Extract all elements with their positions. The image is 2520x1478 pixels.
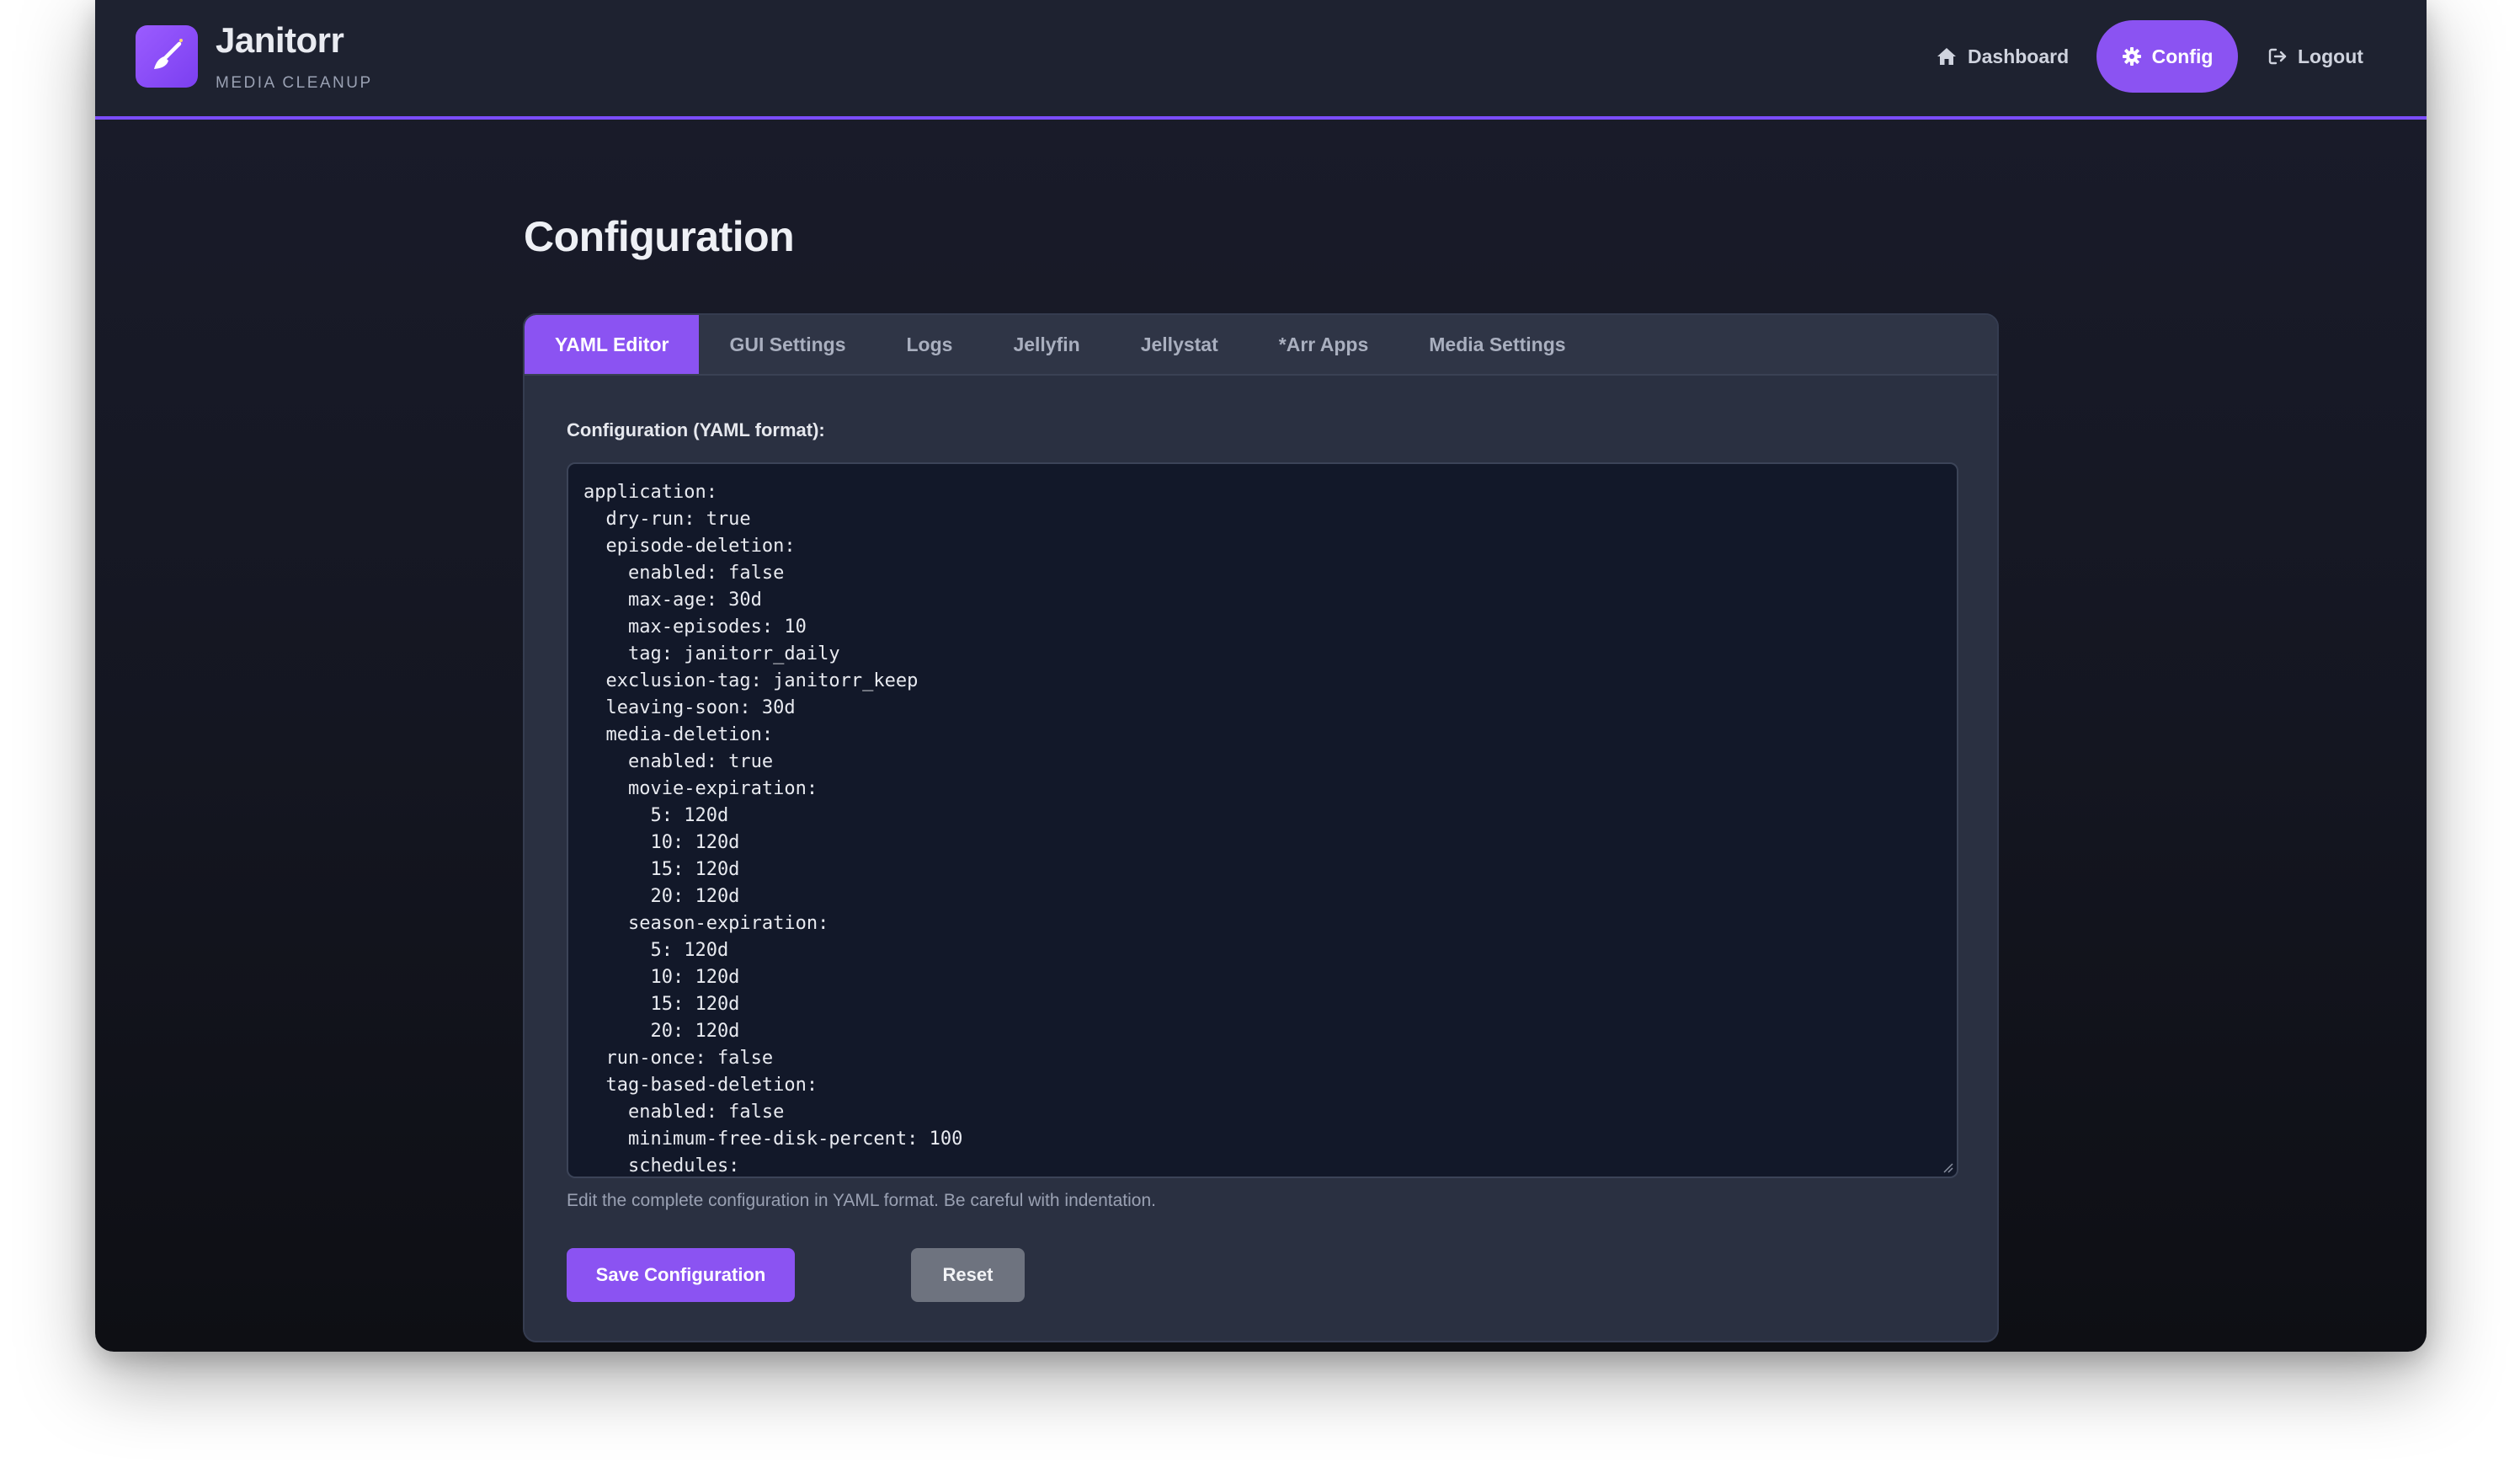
nav-dashboard-label: Dashboard (1968, 45, 2070, 67)
tab-jellyfin[interactable]: Jellyfin (983, 315, 1110, 374)
nav-dashboard[interactable]: Dashboard (1936, 20, 2069, 93)
tab-gui-settings[interactable]: GUI Settings (699, 315, 876, 374)
broom-icon (154, 39, 183, 69)
tab-bar: YAML Editor GUI Settings Logs Jellyfin J… (525, 315, 1997, 376)
yaml-help-text: Edit the complete configuration in YAML … (567, 1191, 1156, 1210)
app-logo[interactable] (136, 25, 198, 88)
logout-icon (2268, 48, 2287, 65)
tab-media-settings[interactable]: Media Settings (1399, 315, 1596, 374)
config-card: YAML Editor GUI Settings Logs Jellyfin J… (523, 313, 1999, 1342)
yaml-textarea[interactable]: application: dry-run: true episode-delet… (567, 462, 1958, 1178)
resize-handle-icon[interactable] (1942, 1161, 1953, 1173)
reset-button[interactable]: Reset (911, 1248, 1025, 1302)
home-icon (1937, 48, 1956, 65)
yaml-field-label: Configuration (YAML format): (567, 419, 825, 440)
page-title: Configuration (524, 213, 795, 260)
tab-arr-apps[interactable]: *Arr Apps (1249, 315, 1399, 374)
gear-icon (2122, 47, 2141, 66)
nav-logout[interactable]: Logout (2267, 20, 2363, 93)
tab-jellystat[interactable]: Jellystat (1111, 315, 1249, 374)
tab-logs[interactable]: Logs (876, 315, 983, 374)
app-subtitle: MEDIA CLEANUP (216, 74, 373, 92)
app-title: Janitorr (216, 20, 344, 60)
nav-logout-label: Logout (2298, 45, 2363, 67)
nav-config-label: Config (2151, 45, 2214, 67)
tab-yaml-editor[interactable]: YAML Editor (525, 315, 700, 374)
yaml-content[interactable]: application: dry-run: true episode-delet… (583, 479, 1942, 1177)
nav-config[interactable]: Config (2096, 20, 2238, 93)
top-header: Janitorr MEDIA CLEANUP Dashboard Config … (95, 0, 2427, 120)
save-configuration-button[interactable]: Save Configuration (567, 1248, 795, 1302)
app-window: Janitorr MEDIA CLEANUP Dashboard Config … (95, 0, 2427, 1352)
